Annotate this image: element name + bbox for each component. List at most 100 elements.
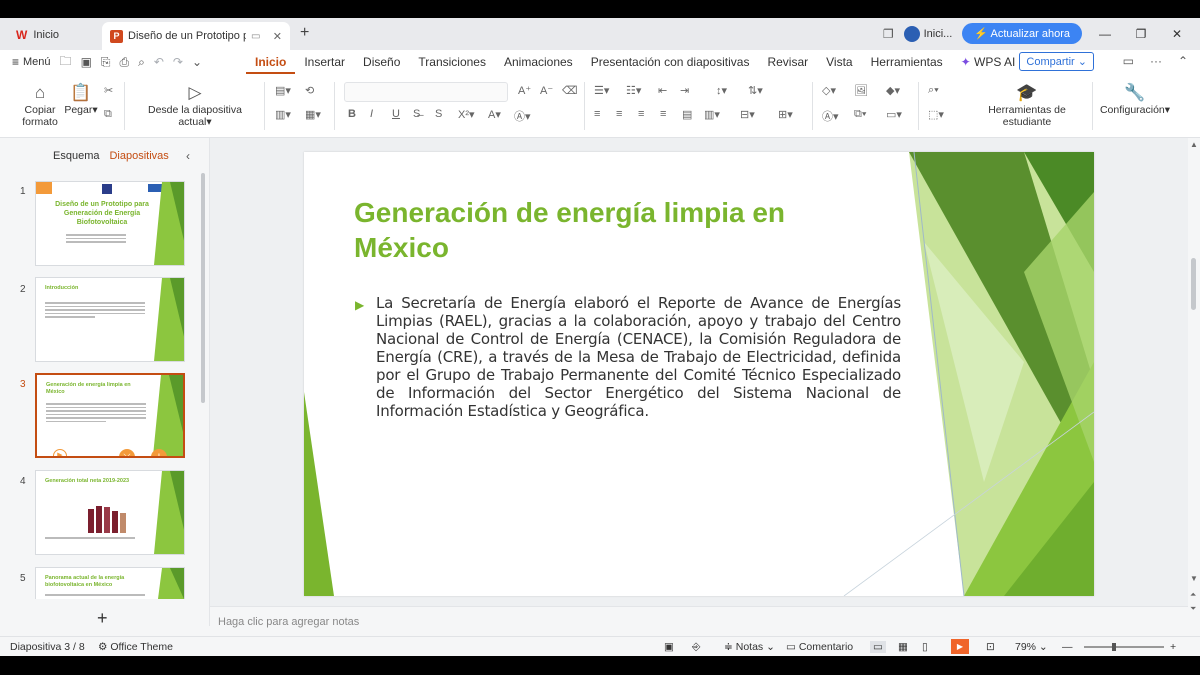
print-icon[interactable]: ⎙ (120, 55, 130, 70)
shadow-icon[interactable]: S (435, 108, 442, 120)
cut-icon[interactable]: ✂ (104, 84, 113, 97)
next-slide-icon[interactable]: ⏷ (1190, 604, 1196, 614)
line-spacing-icon[interactable]: ↕▾ (716, 84, 727, 97)
reset-slide-icon[interactable]: ⟲ (305, 84, 314, 97)
section-icon[interactable]: ▥▾ (275, 108, 291, 121)
tab-insertar[interactable]: Insertar (295, 50, 354, 74)
font-name-select[interactable] (344, 82, 508, 102)
undo-icon[interactable]: ↶ (154, 55, 164, 69)
slide-thumbnail-4[interactable]: Generación total neta 2019-2023 (35, 470, 185, 555)
align-right-icon[interactable]: ≡ (638, 108, 644, 120)
fill-icon[interactable]: ◆▾ (886, 84, 900, 97)
distribute-icon[interactable]: ▤ (682, 108, 692, 121)
zoom-slider-knob[interactable] (1112, 643, 1116, 651)
transition-icon[interactable]: ⤫ (119, 449, 135, 456)
align-center-icon[interactable]: ≡ (616, 108, 622, 120)
close-window-icon[interactable]: ✕ (1164, 27, 1190, 41)
comment-button[interactable]: ▭ Comentario (786, 641, 853, 653)
tab-herramientas[interactable]: Herramientas (862, 50, 952, 74)
comments-icon[interactable]: ▭ (1123, 54, 1134, 68)
fit-window-icon[interactable]: ⊡ (986, 641, 995, 653)
scroll-up-icon[interactable]: ▲ (1190, 140, 1198, 149)
share-button[interactable]: Compartir ⌄ (1019, 52, 1094, 71)
canvas-scrollbar[interactable]: ▲ ▼ ⏶ ⏷ (1188, 138, 1200, 626)
prev-slide-icon[interactable]: ⏶ (1190, 590, 1196, 600)
export-icon[interactable]: ⎘ (101, 55, 111, 70)
text-direction-icon[interactable]: ⇅▾ (748, 84, 763, 97)
chevron-down-icon[interactable]: ⌄ (192, 55, 202, 69)
add-slide-icon[interactable]: + (151, 449, 167, 456)
play-icon[interactable]: ▶ (53, 449, 67, 456)
clear-format-icon[interactable]: ⌫ (562, 84, 578, 97)
tab-outline[interactable]: Esquema (53, 150, 99, 162)
increase-font-icon[interactable]: A⁺ (518, 84, 531, 97)
picture-icon[interactable]: 🖼 (854, 84, 868, 97)
slide-thumbnail-5[interactable]: Panorama actual de la energía biofotovol… (35, 567, 185, 599)
slide-thumbnail-2[interactable]: Introducción (35, 277, 185, 362)
bold-icon[interactable]: B (348, 108, 356, 120)
autofit-icon[interactable]: ▣ (664, 641, 674, 653)
panel-scrollbar[interactable] (201, 173, 205, 403)
tab-inicio[interactable]: Inicio (246, 50, 296, 74)
wps-ai-button[interactable]: ✦ WPS AI (952, 50, 1025, 74)
window-mode-icon[interactable]: ❐ (883, 27, 894, 41)
reading-view-icon[interactable]: ▯ (922, 641, 928, 653)
increase-indent-icon[interactable]: ⇥ (680, 84, 689, 97)
tab-slides[interactable]: Diapositivas (109, 150, 168, 162)
home-tab[interactable]: W Inicio (8, 23, 100, 47)
tab-vista[interactable]: Vista (817, 50, 861, 74)
paste-button[interactable]: 📋 Pegar▾ (62, 82, 100, 116)
slideshow-icon[interactable]: ▶ (951, 639, 969, 654)
tab-transiciones[interactable]: Transiciones (409, 50, 495, 74)
theme-button[interactable]: ⚙ Office Theme (98, 641, 173, 653)
decrease-font-icon[interactable]: A⁻ (540, 84, 553, 97)
decrease-indent-icon[interactable]: ⇤ (658, 84, 667, 97)
copy-icon[interactable]: ⧉ (104, 108, 112, 121)
underline-icon[interactable]: U (392, 108, 400, 120)
add-slide-button[interactable]: + (97, 608, 108, 629)
zoom-select[interactable]: 79% ⌄ (1015, 641, 1048, 653)
tab-presentacion[interactable]: Presentación con diapositivas (582, 50, 759, 74)
font-color-icon[interactable]: A▾ (488, 108, 501, 121)
print-preview-icon[interactable]: ⌕ (138, 55, 145, 70)
scroll-thumb[interactable] (1191, 258, 1196, 310)
scroll-down-icon[interactable]: ▼ (1190, 574, 1198, 583)
strikethrough-icon[interactable]: S̶ (413, 108, 420, 120)
italic-icon[interactable]: I (370, 108, 373, 120)
slide-title[interactable]: Generación de energía limpia en México (354, 195, 874, 265)
restore-icon[interactable]: ❐ (1128, 27, 1154, 41)
slide-thumbnail-3[interactable]: Generación de energía limpia en México ▶… (35, 373, 185, 458)
zoom-out-icon[interactable]: — (1062, 641, 1073, 653)
upgrade-button[interactable]: ⚡ Actualizar ahora (962, 23, 1082, 44)
from-current-slide-button[interactable]: ▷ Desde la diapositiva actual▾ (134, 82, 256, 128)
align-text-icon[interactable]: ⊟▾ (740, 108, 755, 121)
new-tab-icon[interactable]: + (300, 24, 309, 42)
minimize-icon[interactable]: — (1092, 27, 1118, 41)
sorter-view-icon[interactable]: ▦ (898, 641, 908, 653)
justify-icon[interactable]: ≡ (660, 108, 666, 120)
text-effects-icon[interactable]: Ⓐ▾ (514, 108, 531, 124)
smartart-icon[interactable]: ⊞▾ (778, 108, 793, 121)
columns-icon[interactable]: ▥▾ (704, 108, 720, 121)
notes-pane[interactable]: Haga clic para agregar notas (210, 606, 1188, 636)
tab-revisar[interactable]: Revisar (758, 50, 817, 74)
bullets-icon[interactable]: ☰▾ (594, 84, 609, 97)
settings-button[interactable]: 🔧 Configuración▾ (1100, 82, 1170, 116)
collapse-ribbon-icon[interactable]: ⌃ (1178, 54, 1188, 68)
notes-button[interactable]: ≑ Notas ⌄ (724, 641, 775, 653)
find-icon[interactable]: ⌕▾ (928, 84, 939, 97)
layout-icon[interactable]: ▤▾ (275, 84, 291, 97)
slide-body-text[interactable]: La Secretaría de Energía elaboró el Repo… (376, 294, 901, 420)
copy-format-button[interactable]: ⌂ Copiar formato (20, 82, 60, 128)
account-button[interactable]: Inici... (903, 25, 952, 42)
more-icon[interactable]: ··· (1150, 54, 1162, 68)
document-tab[interactable]: P Diseño de un Prototipo para G ▭ ✕ (102, 22, 290, 50)
zoom-slider[interactable] (1084, 646, 1164, 648)
shapes-icon[interactable]: ◇▾ (822, 84, 836, 97)
new-slide-icon[interactable]: ▦▾ (305, 108, 321, 121)
save-icon[interactable]: ▣ (81, 55, 92, 69)
zoom-in-icon[interactable]: + (1170, 641, 1176, 653)
superscript-icon[interactable]: X²▾ (458, 108, 475, 121)
slide[interactable]: Generación de energía limpia en México ▶… (304, 152, 1094, 596)
tab-animaciones[interactable]: Animaciones (495, 50, 582, 74)
